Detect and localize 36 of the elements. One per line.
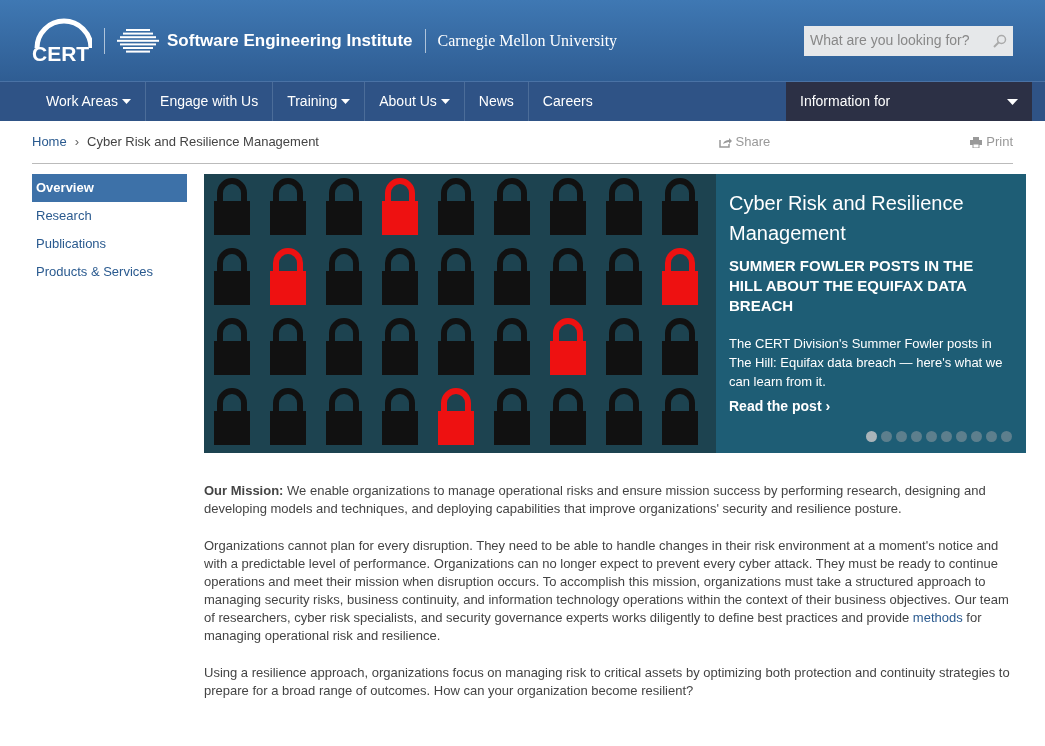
globe-lines-icon <box>117 27 159 54</box>
institute-name[interactable]: Software Engineering Institute <box>167 27 413 54</box>
sidebar-item[interactable]: Overview <box>32 174 187 202</box>
caret-icon <box>440 99 450 104</box>
search-field[interactable]: What are you looking for? <box>804 25 1013 56</box>
caret-icon <box>341 99 351 104</box>
university-name[interactable]: Carnegie Mellon University <box>437 28 618 53</box>
body-paragraph: Using a resilience approach, organizations focus on managing risk to critical assets by optimizing both protection and continuity strategies to prepare for a broad range of outcomes. How can your organization become resilient? <box>204 664 1011 700</box>
arc-icon <box>34 17 92 48</box>
nav-item[interactable]: Work Areas <box>32 82 147 121</box>
hero-headline: SUMMER FOWLER POSTS IN THE HILL ABOUT THE EQUIFAX DATA BREACH <box>729 256 975 316</box>
info-for-dropdown[interactable]: Information for <box>786 82 1032 121</box>
nav-item[interactable]: Engage with Us <box>146 82 274 121</box>
read-post-link[interactable]: Read the post › <box>729 396 1013 417</box>
sidebar-item[interactable]: Publications <box>32 230 187 258</box>
printer-icon <box>970 136 983 148</box>
nav-item[interactable]: Training <box>273 82 366 121</box>
breadcrumb-separator: › <box>74 133 80 152</box>
hero-summary: The CERT Division's Summer Fowler posts in The Hill: Equifax data breach — here's what we can learn from it. <box>729 335 1004 391</box>
sidebar-item[interactable]: Products & Services <box>32 258 187 286</box>
cert-logo[interactable]: CERT <box>32 17 92 64</box>
nav-item[interactable]: About Us <box>365 82 465 121</box>
hero-title: Cyber Risk and Resilience Management <box>729 191 965 246</box>
body-paragraph: Our Mission: We enable organizations to manage operational risks and ensure mission success by performing research, designing and developing models and techniques, and deploying capabilities that improve organizations' security and resilience posture. <box>204 482 987 518</box>
body-paragraph: Organizations cannot plan for every disruption. They need to be able to handle changes in their risk environment at a moment's notice and with a predictable level of performance. Organizations can no longer expect to prevent every cyber attack. They must be ready to continue operations and meet their mission when disruption occurs. To accomplish this mission, organizations must take a structured approach to managing security risks, business continuity, and information technology operations within the context of their business objectives. Our team of researchers, cyber risk specialists, and security governance experts works diligently to define best practices and provide methods for managing operational risk and resilience. <box>204 537 1010 645</box>
logo-text: CERT <box>32 42 90 64</box>
search-icon[interactable] <box>993 33 1007 48</box>
sidebar-item[interactable]: Research <box>32 202 187 230</box>
methods-link[interactable]: methods <box>912 610 963 625</box>
nav-item[interactable]: News <box>464 82 529 121</box>
caret-icon <box>1007 98 1018 105</box>
nav-item[interactable]: Careers <box>528 82 607 121</box>
caret-icon <box>122 99 132 104</box>
breadcrumb-link[interactable]: Home <box>32 132 67 152</box>
breadcrumb-current: Cyber Risk and Resilience Management <box>87 133 319 152</box>
share-icon <box>718 136 732 148</box>
